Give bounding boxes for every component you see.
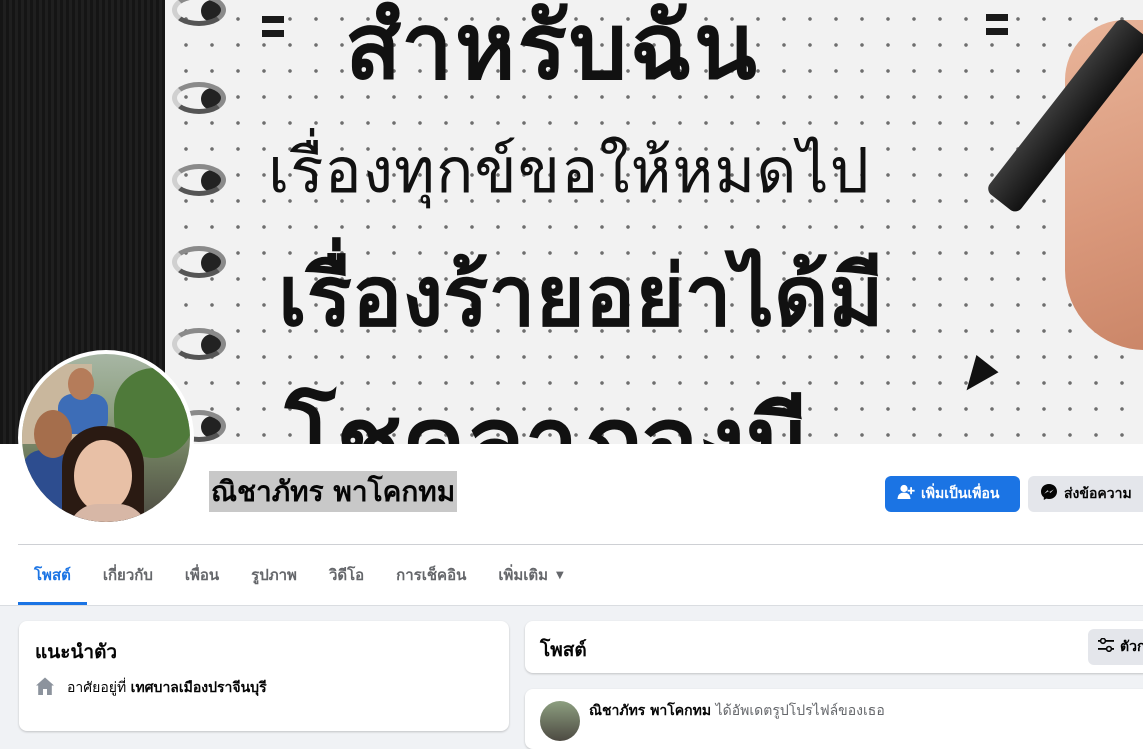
post-header: ณิชาภัทร พาโคกทม ได้อัพเดตรูปโปรไฟล์ของเ…	[589, 700, 885, 722]
cover-text-line: โชคลาภจงมี	[285, 386, 809, 444]
tab-label: เพิ่มเติม	[498, 566, 549, 584]
tab-videos[interactable]: วิดีโอ	[313, 545, 380, 605]
messenger-icon	[1040, 483, 1058, 505]
tab-label: วิดีโอ	[328, 566, 365, 584]
tab-posts[interactable]: โพสต์	[18, 545, 87, 605]
post-author-link[interactable]: ณิชาภัทร พาโคกทม	[589, 703, 711, 719]
avatar-person	[74, 440, 132, 512]
tab-about[interactable]: เกี่ยวกับ	[87, 545, 169, 605]
tab-label: การเช็คอิน	[396, 566, 467, 584]
post-card: ณิชาภัทร พาโคกทม ได้อัพเดตรูปโปรไฟล์ของเ…	[525, 689, 1143, 749]
caret-down-icon: ▼	[556, 569, 564, 581]
cover-deco-mark	[986, 28, 1008, 35]
filter-label: ตัวกรอง	[1120, 639, 1143, 655]
cover-deco-mark	[986, 14, 1008, 21]
intro-card: แนะนำตัว อาศัยอยู่ที่ เทศบาลเมืองปราจีนบ…	[19, 621, 509, 731]
post-action-text: ได้อัพเดตรูปโปรไฟล์ของเธอ	[715, 703, 885, 719]
tab-label: เพื่อน	[184, 566, 220, 584]
tab-label: รูปภาพ	[251, 566, 297, 584]
intro-lives-in: อาศัยอยู่ที่ เทศบาลเมืองปราจีนบุรี	[35, 676, 267, 700]
home-icon	[35, 676, 55, 700]
cover-deco-mark	[262, 30, 284, 37]
tab-label: โพสต์	[34, 566, 71, 584]
message-label: ส่งข้อความ	[1064, 486, 1132, 502]
spiral-ring	[172, 328, 226, 360]
tab-photos[interactable]: รูปภาพ	[235, 545, 313, 605]
spiral-ring	[172, 246, 226, 278]
cover-deco-mark	[262, 16, 284, 23]
lives-in-prefix: อาศัยอยู่ที่	[67, 680, 127, 696]
add-friend-label: เพิ่มเป็นเพื่อน	[921, 486, 1000, 502]
posts-header-card: โพสต์ ตัวกรอง	[525, 621, 1143, 673]
cover-text-line: เรื่องทุกข์ขอให้หมดไป	[268, 134, 871, 207]
profile-tabs: โพสต์ เกี่ยวกับ เพื่อน รูปภาพ วิดีโอ การ…	[18, 545, 580, 605]
cover-text-line: สำหรับฉัน	[345, 0, 759, 100]
filter-icon	[1098, 637, 1114, 656]
spiral-ring	[172, 82, 226, 114]
intro-title: แนะนำตัว	[35, 641, 118, 663]
profile-avatar[interactable]	[22, 354, 190, 522]
tab-more[interactable]: เพิ่มเติม ▼	[482, 545, 579, 605]
post-author-avatar[interactable]	[540, 701, 580, 741]
message-button[interactable]: ส่งข้อความ	[1028, 476, 1143, 512]
add-friend-icon	[897, 484, 915, 504]
tab-friends[interactable]: เพื่อน	[169, 545, 235, 605]
spiral-ring	[172, 164, 226, 196]
tab-label: เกี่ยวกับ	[102, 566, 153, 584]
cover-text-line: เรื่องร้ายอย่าได้มี	[278, 247, 884, 345]
posts-title: โพสต์	[540, 639, 587, 661]
profile-avatar-frame[interactable]	[18, 350, 194, 526]
lives-in-place-link[interactable]: เทศบาลเมืองปราจีนบุรี	[131, 680, 267, 696]
tab-checkins[interactable]: การเช็คอิน	[380, 545, 482, 605]
avatar-person	[68, 368, 94, 400]
filter-button[interactable]: ตัวกรอง	[1088, 629, 1143, 665]
profile-name: ณิชาภัทร พาโคกทม	[209, 471, 458, 512]
add-friend-button[interactable]: เพิ่มเป็นเพื่อน	[885, 476, 1020, 512]
